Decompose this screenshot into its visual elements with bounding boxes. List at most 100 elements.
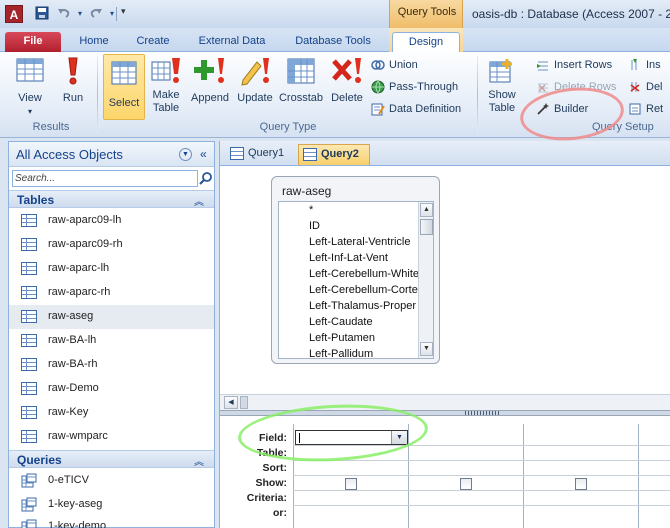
delete-query-button[interactable]: Delete [327, 56, 367, 120]
data-definition-button[interactable]: Data Definition [371, 100, 461, 118]
scroll-left-icon[interactable]: ◀ [224, 396, 238, 409]
customize-qat-icon[interactable]: ▾ [121, 6, 126, 17]
table-icon [21, 430, 37, 443]
nav-query-item[interactable]: 1-key-aseg [9, 493, 214, 517]
shutter-collapse-icon[interactable]: « [200, 147, 207, 161]
tab-database-tools[interactable]: Database Tools [283, 32, 383, 52]
crosstab-button[interactable]: Crosstab [277, 56, 325, 120]
nav-table-item[interactable]: raw-Key [9, 401, 214, 425]
nav-title: All Access Objects [16, 147, 123, 162]
nav-table-item[interactable]: raw-aparc09-rh [9, 233, 214, 257]
run-button[interactable]: Run [56, 56, 90, 120]
tab-home[interactable]: Home [68, 32, 120, 52]
table-pane[interactable]: raw-aseg * ID Left-Lateral-Ventricle Lef… [220, 167, 670, 394]
nav-menu-dropdown-icon[interactable]: ▼ [179, 148, 192, 161]
field-item[interactable]: Left-Cerebellum-Cortex [309, 284, 423, 300]
nav-query-item[interactable]: 1-key-demo [9, 515, 214, 528]
insert-rows-button[interactable]: Insert Rows [536, 56, 612, 74]
show-checkbox[interactable] [345, 478, 357, 490]
scroll-thumb[interactable] [420, 219, 433, 235]
field-list-scrollbar[interactable]: ▲ ▼ [418, 202, 433, 358]
update-button[interactable]: Update [234, 56, 276, 120]
view-label: View [18, 92, 42, 104]
table-icon [21, 334, 37, 347]
nav-item-label: raw-aseg [48, 310, 94, 322]
globe-icon [371, 80, 385, 94]
show-table-label-line1: Show [488, 89, 516, 101]
insert-columns-button-cut[interactable]: Ins [628, 56, 661, 74]
nav-table-item[interactable]: raw-aparc-lh [9, 257, 214, 281]
chevron-up-icon[interactable]: ︽ [194, 193, 204, 208]
show-table-button[interactable]: Show Table [482, 56, 522, 120]
nav-search-input[interactable]: Search... [12, 170, 198, 187]
append-button[interactable]: Append [188, 56, 232, 120]
nav-table-item[interactable]: raw-aparc09-lh [9, 209, 214, 233]
field-list-window[interactable]: raw-aseg * ID Left-Lateral-Ventricle Lef… [271, 176, 440, 364]
nav-table-item-selected[interactable]: raw-aseg [9, 305, 214, 329]
tab-design[interactable]: Design [392, 32, 460, 52]
undo-dropdown-icon[interactable]: ▾ [72, 6, 88, 22]
search-icon[interactable] [199, 170, 213, 187]
nav-table-item[interactable]: raw-BA-lh [9, 329, 214, 353]
nav-table-item[interactable]: raw-Demo [9, 377, 214, 401]
redo-icon[interactable] [88, 6, 104, 22]
doc-tab-query2[interactable]: Query2 [298, 144, 370, 165]
tab-external-data[interactable]: External Data [188, 32, 276, 52]
row-label-show: Show: [255, 477, 288, 489]
nav-item-label: raw-Key [48, 406, 89, 418]
field-list[interactable]: * ID Left-Lateral-Ventricle Left-Inf-Lat… [278, 201, 434, 359]
nav-table-item[interactable]: raw-wmparc [9, 425, 214, 449]
nav-section-queries[interactable]: Queries ︽ [9, 450, 214, 468]
field-item[interactable]: * [309, 204, 313, 220]
scroll-down-icon[interactable]: ▼ [420, 342, 433, 356]
tables-section-label: Tables [17, 193, 55, 207]
query-icon [21, 473, 37, 488]
delete-columns-button-cut[interactable]: Del [628, 78, 663, 96]
grid-column[interactable] [638, 424, 670, 528]
show-checkbox[interactable] [460, 478, 472, 490]
chevron-up-icon[interactable]: ︽ [194, 453, 204, 468]
union-button[interactable]: Union [371, 56, 418, 74]
scroll-up-icon[interactable]: ▲ [420, 203, 433, 217]
tab-create[interactable]: Create [127, 32, 179, 52]
nav-section-tables[interactable]: Tables ︽ [9, 190, 214, 208]
nav-query-item[interactable]: 0-eTICV [9, 469, 214, 493]
field-item[interactable]: Left-Cerebellum-White-Matter [309, 268, 433, 284]
row-label-sort: Sort: [262, 462, 288, 474]
nav-table-item[interactable]: raw-aparc-rh [9, 281, 214, 305]
field-item[interactable]: Left-Thalamus-Proper [309, 300, 416, 316]
query-tools-context: Query Tools [389, 0, 463, 28]
data-definition-label: Data Definition [389, 103, 462, 115]
field-item[interactable]: Left-Caudate [309, 316, 373, 332]
field-item[interactable]: Left-Putamen [309, 332, 375, 348]
scroll-thumb[interactable] [240, 396, 248, 409]
pass-through-label: Pass-Through [389, 81, 459, 93]
redo-dropdown-icon[interactable]: ▾ [104, 6, 120, 22]
contextual-group-label: Query Tools [397, 6, 457, 18]
splitter-grip[interactable] [465, 411, 501, 415]
query-icon [21, 497, 37, 512]
show-checkbox[interactable] [575, 478, 587, 490]
doc-tab-query1[interactable]: Query1 [226, 144, 296, 165]
field-item[interactable]: Left-Pallidum [309, 348, 373, 358]
return-button-cut[interactable]: Ret [628, 100, 663, 118]
grid-column[interactable] [523, 424, 638, 528]
nav-header[interactable]: All Access Objects ▼ « [9, 142, 214, 167]
table-pane-horizontal-scrollbar[interactable]: ◀ [220, 394, 670, 410]
return-label: Ret [646, 103, 664, 115]
view-dropdown-icon: ▾ [27, 107, 32, 116]
access-app-icon[interactable]: A [5, 5, 23, 23]
pass-through-button[interactable]: Pass-Through [371, 78, 458, 96]
select-query-button[interactable]: Select [103, 54, 145, 120]
view-button[interactable]: View ▾ [8, 56, 52, 120]
field-item[interactable]: ID [309, 220, 320, 236]
grid-column[interactable] [408, 424, 523, 528]
tab-file[interactable]: File [5, 32, 61, 52]
undo-icon[interactable] [56, 6, 72, 22]
field-item[interactable]: Left-Lateral-Ventricle [309, 236, 411, 252]
nav-table-item[interactable]: raw-BA-rh [9, 353, 214, 377]
field-item[interactable]: Left-Inf-Lat-Vent [309, 252, 388, 268]
make-table-button[interactable]: Make Table [148, 56, 184, 120]
save-icon[interactable] [34, 6, 50, 22]
make-table-label-line1: Make [152, 89, 180, 101]
